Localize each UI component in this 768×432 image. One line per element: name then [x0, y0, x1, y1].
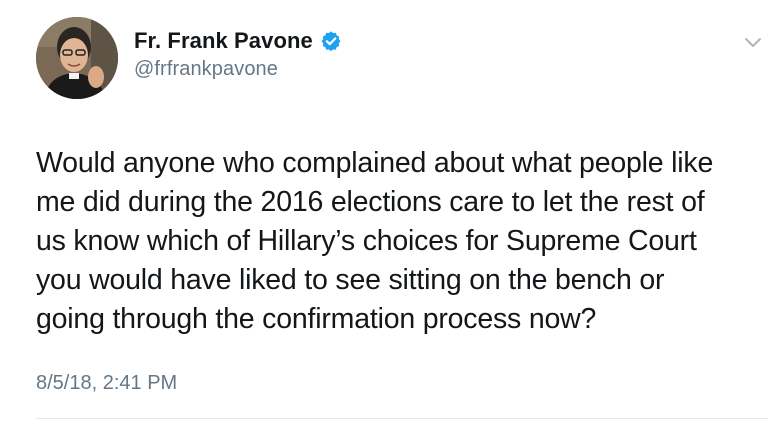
divider — [36, 418, 768, 419]
chevron-down-icon[interactable] — [744, 36, 762, 50]
profile-photo-icon — [36, 17, 118, 99]
user-handle[interactable]: @frfrankpavone — [134, 58, 342, 81]
verified-badge-icon — [320, 30, 342, 52]
display-name[interactable]: Fr. Frank Pavone — [134, 28, 313, 54]
tweet-text: Would anyone who complained about what p… — [36, 147, 714, 335]
author-block: Fr. Frank Pavone @frfrankpavone — [134, 26, 342, 81]
tweet-card: Fr. Frank Pavone @frfrankpavone Would an… — [0, 0, 768, 432]
avatar[interactable] — [36, 17, 118, 99]
name-row: Fr. Frank Pavone — [134, 26, 342, 56]
tweet-timestamp[interactable]: 8/5/18, 2:41 PM — [36, 372, 177, 395]
